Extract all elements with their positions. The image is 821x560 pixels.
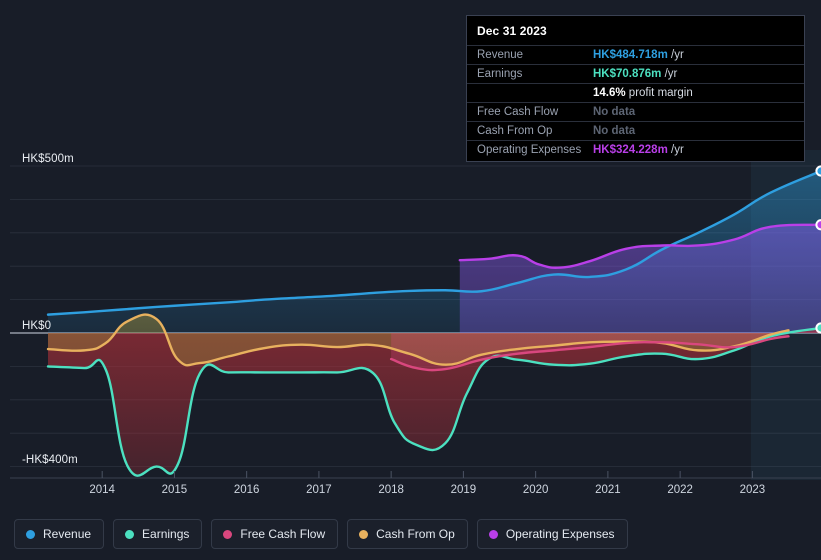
y-axis-label: HK$0 [22, 320, 52, 332]
x-axis-label: 2018 [378, 484, 404, 496]
tooltip-row-value: No data [593, 125, 635, 137]
x-axis-label: 2020 [522, 484, 549, 496]
y-axis-label: HK$500m [22, 153, 74, 165]
tooltip-row-amount: HK$324.228m [593, 144, 668, 156]
legend-item-operating-expenses[interactable]: Operating Expenses [476, 519, 628, 549]
x-axis-label: 2017 [306, 484, 332, 496]
chart-legend: Revenue Earnings Free Cash Flow Cash From O… [0, 508, 821, 560]
x-axis-label: 2019 [450, 484, 477, 496]
tooltip-row-value: 14.6% profit margin [593, 87, 693, 99]
tooltip-row-unit: profit margin [625, 87, 693, 99]
legend-item-label: Revenue [43, 527, 92, 541]
x-axis-label: 2016 [233, 484, 260, 496]
tooltip-date: Dec 31 2023 [477, 24, 547, 38]
tooltip-rows: Revenue HK$484.718m /yr Earnings HK$70.876m… [467, 45, 804, 159]
tooltip-row-value: No data [593, 106, 635, 118]
legend-item-cash-from-op[interactable]: Cash From Op [347, 519, 468, 549]
tooltip-row: Free Cash Flow No data [467, 102, 804, 121]
tooltip-row-unit: /yr [667, 49, 684, 61]
tooltip-row-label: Cash From Op [477, 125, 553, 137]
legend-item-label: Operating Expenses [505, 527, 615, 541]
tooltip-row-unit: /yr [667, 144, 684, 156]
tooltip-row-amount: 14.6% [593, 87, 626, 99]
tooltip-row-value: HK$324.228m /yr [593, 144, 684, 156]
y-axis-label: -HK$400m [22, 453, 78, 466]
tooltip-row-amount: No data [593, 125, 636, 137]
tooltip-row-amount: HK$484.718m [593, 49, 668, 61]
endpoint-marker-operating-expenses [815, 219, 821, 231]
legend-color-dot-icon [125, 529, 135, 539]
x-axis-label: 2023 [739, 484, 766, 496]
tooltip-row-label: Revenue [477, 49, 524, 61]
legend-color-dot-icon [488, 529, 498, 539]
tooltip-row: Operating Expenses HK$324.228m /yr [467, 140, 804, 159]
endpoint-marker-revenue [815, 165, 821, 177]
legend-color-dot-icon [26, 529, 35, 539]
legend-item-free-cash-flow[interactable]: Free Cash Flow [211, 519, 339, 549]
legend-color-dot-icon [359, 529, 369, 539]
tooltip-row-unit: /yr [661, 68, 678, 80]
tooltip-row: Cash From Op No data [467, 121, 804, 140]
tooltip-row-amount: No data [593, 106, 636, 118]
legend-item-earnings[interactable]: Earnings [113, 519, 203, 549]
chart-tooltip: Dec 31 2023 Revenue HK$484.718m /yr Earnin… [466, 15, 805, 162]
x-axis-label: 2014 [89, 484, 115, 496]
endpoint-marker-earnings [815, 322, 821, 334]
x-axis-label: 2021 [595, 484, 621, 496]
legend-item-label: Earnings [142, 527, 190, 541]
x-axis-label: 2015 [161, 484, 188, 496]
legend-item-label: Cash From Op [376, 527, 455, 541]
legend-item-revenue[interactable]: Revenue [14, 519, 105, 549]
tooltip-row: Revenue HK$484.718m /yr [467, 45, 804, 64]
legend-item-label: Free Cash Flow [240, 527, 326, 541]
tooltip-row-label: Earnings [477, 68, 523, 80]
tooltip-row-amount: HK$70.876m [593, 68, 662, 80]
chart-screenshot: Dec 31 2023 Revenue HK$484.718m /yr Earnin… [0, 0, 821, 560]
tooltip-row: Earnings HK$70.876m /yr [467, 64, 804, 83]
x-axis-label: 2022 [667, 484, 693, 496]
legend-color-dot-icon [223, 529, 233, 539]
tooltip-row: 14.6% profit margin [467, 83, 804, 102]
tooltip-row-label: Free Cash Flow [477, 106, 559, 118]
tooltip-row-label: Operating Expenses [477, 144, 582, 156]
tooltip-row-value: HK$484.718m /yr [593, 49, 684, 61]
tooltip-row-value: HK$70.876m /yr [593, 68, 677, 80]
